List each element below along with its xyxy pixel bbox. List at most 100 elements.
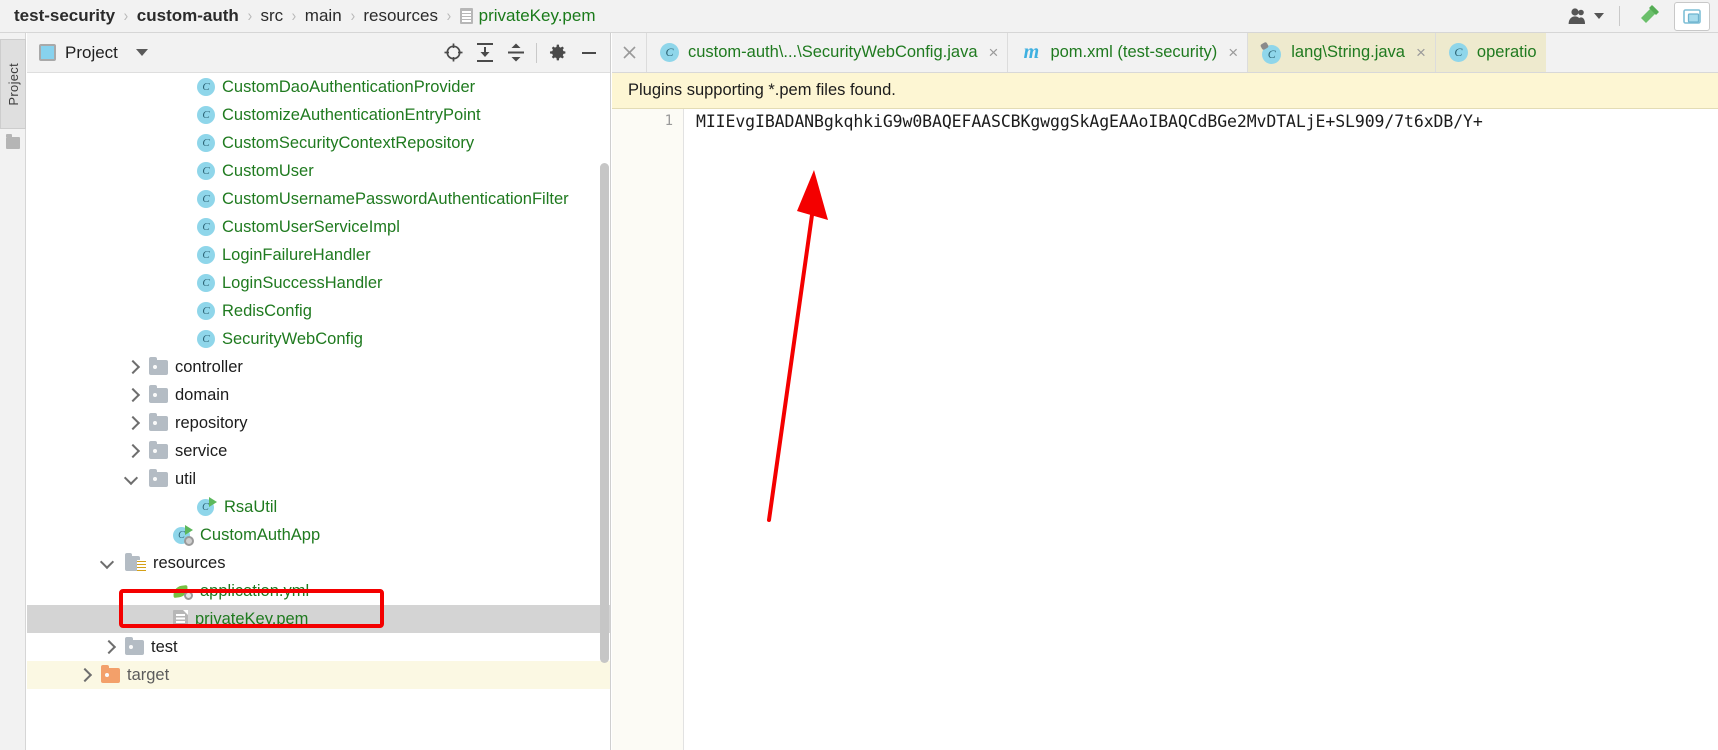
editor-tab-2[interactable]: Clang\String.java × — [1247, 33, 1435, 72]
chevron-down-icon[interactable] — [99, 554, 117, 572]
tree-row-privatekey-pem[interactable]: privateKey.pem — [27, 605, 610, 633]
tool-window-label-project: Project — [5, 62, 21, 106]
tree-row-label: target — [127, 665, 170, 684]
tree-row-label: LoginSuccessHandler — [222, 273, 383, 292]
tree-row-repository[interactable]: repository — [27, 409, 610, 437]
scroll-from-source-icon — [444, 43, 463, 62]
folder-orange-icon — [101, 664, 120, 683]
chevron-right-icon[interactable] — [99, 638, 117, 656]
tree-row-application-yml[interactable]: application.yml — [27, 577, 610, 605]
collapse-all-button[interactable] — [500, 38, 531, 68]
project-tree[interactable]: C CustomDaoAuthenticationProvider C Customi… — [27, 73, 610, 750]
close-tab-icon[interactable]: × — [989, 44, 999, 61]
editor-area: Ccustom-auth\...\SecurityWebConfig.java ×… — [612, 33, 1718, 750]
close-tab-icon[interactable]: × — [1416, 44, 1426, 61]
tree-row-customusernamepasswordauthenticationfilter[interactable]: C CustomUsernamePasswordAuthenticationFil… — [27, 185, 610, 213]
editor-tab-label: custom-auth\...\SecurityWebConfig.java — [688, 43, 978, 61]
code-editor[interactable]: 1 MIIEvgIBADANBgkqhkiG9w0BAQEFAASCBKgwgg… — [612, 109, 1718, 750]
navbar-actions — [1560, 0, 1718, 32]
expand-all-button[interactable] — [469, 38, 500, 68]
chevron-right-icon[interactable] — [75, 666, 93, 684]
editor-tab-label: operatio — [1476, 43, 1537, 61]
pem-file-icon — [459, 8, 473, 24]
tree-row-label: CustomSecurityContextRepository — [222, 133, 475, 152]
editor-tab-1[interactable]: m pom.xml (test-security) × — [1007, 33, 1247, 72]
tree-row-service[interactable]: service — [27, 437, 610, 465]
chevron-right-icon[interactable] — [123, 442, 141, 460]
class-icon: C — [197, 302, 215, 320]
minimize-icon — [581, 51, 596, 54]
breadcrumb-separator: › — [291, 6, 297, 25]
tree-row-label: CustomUserServiceImpl — [222, 217, 400, 236]
editor-tab-3[interactable]: Coperatio — [1434, 33, 1546, 72]
tool-window-button-project[interactable]: Project — [0, 39, 26, 129]
code-line-1: MIIEvgIBADANBgkqhkiG9w0BAQEFAASCBKgwggSk… — [696, 112, 1483, 131]
tree-row-label: repository — [175, 413, 248, 432]
structure-icon[interactable] — [6, 134, 20, 149]
tree-row-domain[interactable]: domain — [27, 381, 610, 409]
folder-icon — [149, 412, 168, 431]
scroll-from-source-button[interactable] — [438, 38, 469, 68]
chevron-down-icon[interactable] — [123, 470, 141, 488]
tree-row-customizeauthenticationentrypoint[interactable]: C CustomizeAuthenticationEntryPoint — [27, 101, 610, 129]
tree-row-customauthapp[interactable]: C CustomAuthApp — [27, 521, 610, 549]
tree-row-label: util — [175, 469, 197, 488]
class-icon: C — [197, 190, 215, 208]
scrollbar-thumb[interactable] — [600, 163, 609, 663]
class-icon: C — [197, 246, 215, 264]
runnable-class-icon: C — [197, 496, 217, 517]
chevron-down-icon[interactable] — [135, 49, 148, 56]
build-button[interactable] — [1628, 0, 1668, 33]
tree-row-test[interactable]: test — [27, 633, 610, 661]
editor-tab-bar: Ccustom-auth\...\SecurityWebConfig.java ×… — [612, 33, 1718, 73]
tree-row-label: service — [175, 441, 228, 460]
pem-file-icon — [173, 610, 188, 628]
close-tab-button[interactable] — [612, 33, 646, 72]
tree-row-controller[interactable]: controller — [27, 353, 610, 381]
project-tree-scrollbar[interactable] — [599, 33, 610, 750]
breadcrumb-item-main[interactable]: main — [305, 6, 342, 26]
tree-row-resources[interactable]: resources — [27, 549, 610, 577]
breadcrumb-item-project[interactable]: test-security — [14, 6, 115, 26]
tree-row-customsecuritycontextrepository[interactable]: C CustomSecurityContextRepository — [27, 129, 610, 157]
restore-window-button[interactable] — [1674, 1, 1710, 31]
close-tab-icon[interactable]: × — [1228, 44, 1238, 61]
maven-icon: m — [1023, 41, 1040, 63]
tree-row-label: test — [151, 637, 178, 656]
project-panel-header: Project — [27, 33, 610, 73]
breadcrumb-item-module[interactable]: custom-auth — [137, 6, 239, 26]
tree-row-securitywebconfig[interactable]: C SecurityWebConfig — [27, 325, 610, 353]
tree-row-util[interactable]: util — [27, 465, 610, 493]
tree-row-loginfailurehandler[interactable]: C LoginFailureHandler — [27, 241, 610, 269]
tree-row-rsautil[interactable]: C RsaUtil — [27, 493, 610, 521]
breadcrumb-item-src[interactable]: src — [260, 6, 283, 26]
tree-row-customuser[interactable]: C CustomUser — [27, 157, 610, 185]
breadcrumb-item-resources[interactable]: resources — [363, 6, 438, 26]
editor-tab-label: lang\String.java — [1291, 43, 1405, 61]
settings-button[interactable] — [542, 38, 573, 68]
editor-tab-0[interactable]: Ccustom-auth\...\SecurityWebConfig.java × — [646, 33, 1007, 72]
breadcrumb-item-file[interactable]: privateKey.pem — [459, 6, 596, 26]
tree-row-redisconfig[interactable]: C RedisConfig — [27, 297, 610, 325]
chevron-right-icon[interactable] — [123, 386, 141, 404]
tree-row-label: resources — [153, 553, 226, 572]
user-account-button[interactable] — [1560, 0, 1611, 33]
tree-row-customuserserviceimpl[interactable]: C CustomUserServiceImpl — [27, 213, 610, 241]
chevron-right-icon[interactable] — [123, 414, 141, 432]
build-hammer-icon — [1641, 5, 1659, 23]
chevron-right-icon[interactable] — [123, 358, 141, 376]
line-number: 1 — [664, 113, 673, 129]
project-view-selector[interactable]: Project — [39, 43, 148, 63]
editor-tab-label: pom.xml (test-security) — [1050, 43, 1218, 61]
ide-window: test-security › custom-auth › src › main… — [0, 0, 1718, 750]
tree-row-target[interactable]: target — [27, 661, 610, 689]
tree-row-customdaoauthenticationprovider[interactable]: C CustomDaoAuthenticationProvider — [27, 73, 610, 101]
tree-row-loginsuccesshandler[interactable]: C LoginSuccessHandler — [27, 269, 610, 297]
